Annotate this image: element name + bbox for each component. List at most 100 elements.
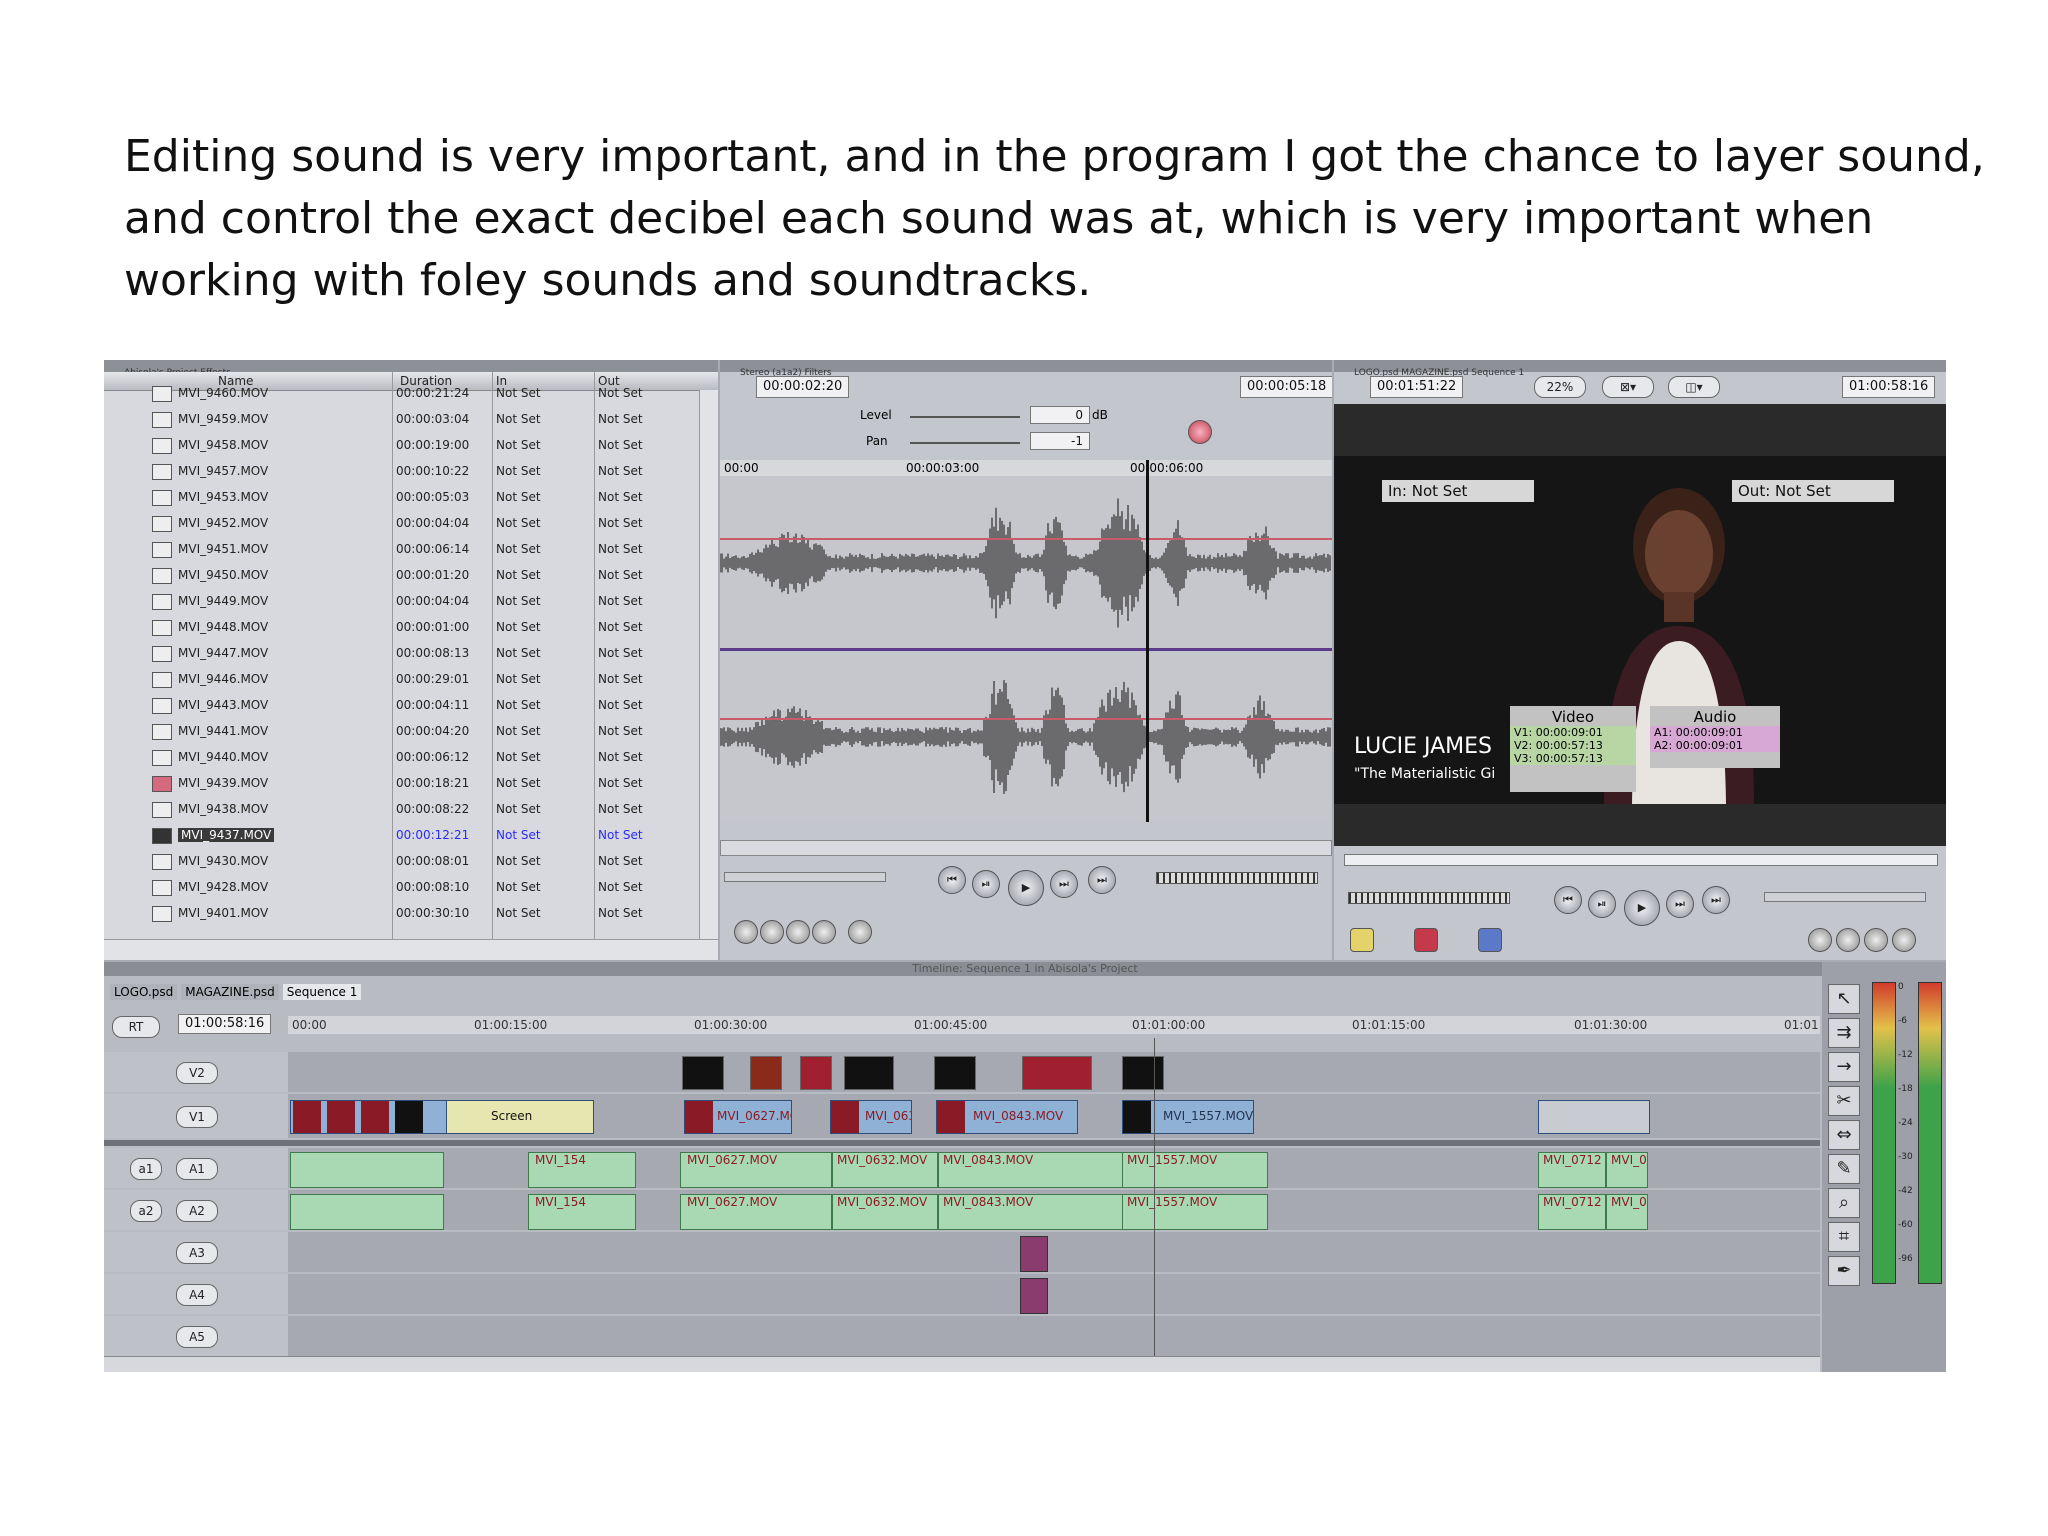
zoom-tool-icon[interactable]: ⌕ [1828,1188,1860,1218]
insert-edit-icon[interactable] [1350,928,1374,952]
track-a1[interactable]: a1 A1 MVI_154 MVI_0627.MOV MVI_0632.MOV … [104,1148,1820,1188]
timeline-ruler[interactable]: 00:00 01:00:15:00 01:00:30:00 01:00:45:0… [288,1016,1820,1034]
browser-row[interactable]: MVI_9459.MOV 00:00:03:04 Not Set Not Set [104,406,698,432]
browser-row[interactable]: MVI_9460.MOV 00:00:21:24 Not Set Not Set [104,380,698,406]
track-v2-label[interactable]: V2 [176,1062,218,1084]
browser-row[interactable]: MVI_9401.MOV 00:00:30:10 Not Set Not Set [104,900,698,926]
canvas-play-around-icon[interactable]: ⏭ [1666,890,1694,918]
tab-logo[interactable]: LOGO.psd [110,984,178,1000]
play-icon[interactable]: ▶ [1008,870,1044,906]
browser-row[interactable]: MVI_9449.MOV 00:00:04:04 Not Set Not Set [104,588,698,614]
mark-clip-icon[interactable] [734,920,758,944]
canvas-duration-timecode[interactable]: 00:01:51:22 [1370,376,1464,398]
browser-horizontal-scrollbar[interactable] [104,939,718,960]
browser-row[interactable]: MVI_9441.MOV 00:00:04:20 Not Set Not Set [104,718,698,744]
viewer-tabs[interactable]: Stereo (a1a2) Filters [720,360,1332,378]
a4-clip[interactable] [1020,1278,1048,1314]
a3-clip[interactable] [1020,1236,1048,1272]
browser-row[interactable]: MVI_9428.MOV 00:00:08:10 Not Set Not Set [104,874,698,900]
canvas-current-timecode[interactable]: 01:00:58:16 [1842,376,1936,398]
canvas-zoom-popup[interactable]: 22% [1534,376,1586,398]
canvas-mark-in-icon[interactable] [1836,928,1860,952]
overwrite-edit-icon[interactable] [1414,928,1438,952]
replace-edit-icon[interactable] [1478,928,1502,952]
browser-row[interactable]: MVI_9451.MOV 00:00:06:14 Not Set Not Set [104,536,698,562]
selection-tool-icon[interactable]: ↖ [1828,984,1860,1014]
viewer-playhead[interactable] [1146,460,1149,822]
ripple-tool-icon[interactable]: → [1828,1052,1860,1082]
pen-point-tool-icon[interactable]: ✒ [1828,1256,1860,1286]
browser-row[interactable]: MVI_9450.MOV 00:00:01:20 Not Set Not Set [104,562,698,588]
mark-in-icon[interactable] [760,920,784,944]
canvas-play-in-out-icon[interactable]: ⏯ [1588,890,1616,918]
browser-row[interactable]: MVI_9458.MOV 00:00:19:00 Not Set Not Set [104,432,698,458]
browser-vertical-scrollbar[interactable] [699,390,718,940]
viewer-current-timecode[interactable]: 00:00:05:18 [1240,376,1332,398]
level-slider[interactable] [910,416,1020,418]
browser-row[interactable]: MVI_9439.MOV 00:00:18:21 Not Set Not Set [104,770,698,796]
match-frame-icon[interactable] [848,920,872,944]
track-a4-label[interactable]: A4 [176,1284,218,1306]
next-edit-icon[interactable]: ⏭ [1088,866,1116,894]
timeline-current-timecode[interactable]: 01:00:58:16 [178,1014,272,1034]
canvas-shuttle[interactable] [1348,892,1510,904]
track-a1-label[interactable]: A1 [176,1158,218,1180]
level-value[interactable]: 0 [1030,406,1090,424]
canvas-scrubber[interactable] [1344,854,1938,866]
browser-row[interactable]: MVI_9447.MOV 00:00:08:13 Not Set Not Set [104,640,698,666]
canvas-play-icon[interactable]: ▶ [1624,890,1660,926]
track-a2[interactable]: a2 A2 MVI_154 MVI_0627.MOV MVI_0632.MOV … [104,1190,1820,1230]
canvas-mark-out-icon[interactable] [1864,928,1888,952]
crop-tool-icon[interactable]: ⌗ [1828,1222,1860,1252]
browser-row[interactable]: MVI_9457.MOV 00:00:10:22 Not Set Not Set [104,458,698,484]
select-track-tool-icon[interactable]: ⇉ [1828,1018,1860,1048]
waveform-channel-1[interactable] [720,478,1332,648]
canvas-tabs[interactable]: LOGO.psd MAGAZINE.psd Sequence 1 [1334,360,1946,378]
tab-magazine[interactable]: MAGAZINE.psd [181,984,279,1000]
source-a1-label[interactable]: a1 [130,1158,162,1180]
play-around-icon[interactable]: ⏭ [1050,870,1078,898]
source-a2-label[interactable]: a2 [130,1200,162,1222]
browser-row[interactable]: MVI_9448.MOV 00:00:01:00 Not Set Not Set [104,614,698,640]
browser-row[interactable]: MVI_9452.MOV 00:00:04:04 Not Set Not Set [104,510,698,536]
browser-row[interactable]: MVI_9446.MOV 00:00:29:01 Not Set Not Set [104,666,698,692]
browser-row[interactable]: MVI_9453.MOV 00:00:05:03 Not Set Not Set [104,484,698,510]
track-a3[interactable]: A3 [104,1232,1820,1272]
browser-row[interactable]: MVI_9437.MOV 00:00:12:21 Not Set Not Set [104,822,698,848]
waveform-channel-2[interactable] [720,652,1332,822]
track-a2-label[interactable]: A2 [176,1200,218,1222]
slip-tool-icon[interactable]: ⇔ [1828,1120,1860,1150]
track-v1-label[interactable]: V1 [176,1106,218,1128]
mark-out-icon[interactable] [786,920,810,944]
canvas-next-edit-icon[interactable]: ⏭ [1702,886,1730,914]
browser-row[interactable]: MVI_9443.MOV 00:00:04:11 Not Set Not Set [104,692,698,718]
tab-sequence-1[interactable]: Sequence 1 [282,984,362,1000]
prev-edit-icon[interactable]: ⏮ [938,866,966,894]
canvas-jog[interactable] [1764,892,1926,902]
track-a4[interactable]: A4 [104,1274,1820,1314]
canvas-prev-edit-icon[interactable]: ⏮ [1554,886,1582,914]
track-a5[interactable]: A5 [104,1316,1820,1356]
play-in-out-icon[interactable]: ⏯ [972,870,1000,898]
track-v2[interactable]: V2 [104,1052,1820,1092]
track-v1[interactable]: V1 Screen MVI_0627.MOV MVI_063 MVI_0843.… [104,1094,1820,1138]
canvas-overlay-popup[interactable]: ◫▾ [1668,376,1720,398]
canvas-view-popup[interactable]: ⊠▾ [1602,376,1654,398]
pen-tool-icon[interactable]: ✎ [1828,1154,1860,1184]
pan-slider[interactable] [910,442,1020,444]
pan-value[interactable]: -1 [1030,432,1090,450]
timeline-playhead[interactable] [1154,1038,1155,1356]
viewer-scrubber[interactable] [720,840,1332,856]
reset-icon[interactable] [1188,420,1212,444]
track-a3-label[interactable]: A3 [176,1242,218,1264]
add-marker-icon[interactable] [812,920,836,944]
browser-row[interactable]: MVI_9440.MOV 00:00:06:12 Not Set Not Set [104,744,698,770]
viewer-duration-timecode[interactable]: 00:00:02:20 [756,376,850,398]
timeline-horizontal-scrollbar[interactable] [104,1356,1820,1372]
browser-tabs[interactable]: Abisola's Project Effects [104,360,718,378]
razor-tool-icon[interactable]: ✂ [1828,1086,1860,1116]
rt-popup[interactable]: RT [112,1016,160,1038]
browser-row[interactable]: MVI_9430.MOV 00:00:08:01 Not Set Not Set [104,848,698,874]
browser-row[interactable]: MVI_9438.MOV 00:00:08:22 Not Set Not Set [104,796,698,822]
viewer-shuttle[interactable] [724,872,886,882]
